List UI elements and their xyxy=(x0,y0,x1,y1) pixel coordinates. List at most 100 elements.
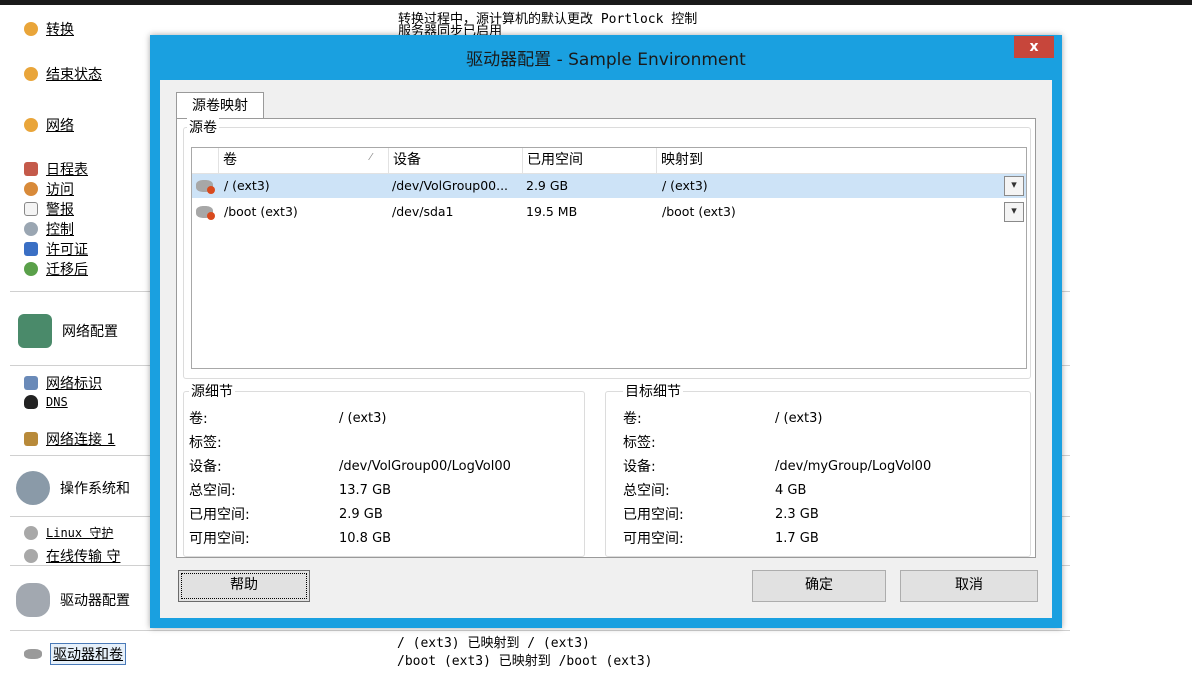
drive-gear-icon xyxy=(16,583,50,617)
field-label: 卷: xyxy=(189,411,208,427)
field-label: 总空间: xyxy=(189,483,236,499)
cell-mapped-to[interactable]: / (ext3) xyxy=(662,174,962,198)
field-value: /dev/myGroup/LogVol00 xyxy=(775,459,932,474)
field-label: 已用空间: xyxy=(623,507,684,523)
sidebar-item-network[interactable]: 网络 xyxy=(24,115,74,135)
sidebar-item-label: 驱动器和卷 xyxy=(50,643,126,665)
coin-icon xyxy=(24,22,38,36)
field-value: 2.3 GB xyxy=(775,507,819,522)
mapping-dropdown-button[interactable]: ▾ xyxy=(1004,202,1024,222)
tab-panel: 源卷 卷 ⁄ 设备 已用空间 映射到 / (ext3) /dev/VolGrou… xyxy=(176,117,1036,558)
sidebar-item-label: 访问 xyxy=(46,182,74,198)
sidebar-item-label: 迁移后 xyxy=(46,262,88,278)
field-label: 可用空间: xyxy=(189,531,250,547)
sidebar-item-linux-daemon[interactable]: Linux 守护 xyxy=(24,524,113,541)
network-id-icon xyxy=(24,376,38,390)
group-os[interactable]: 操作系统和 xyxy=(16,471,130,505)
field-label: 设备: xyxy=(189,459,222,475)
drive-icon xyxy=(196,180,215,194)
group-drive-config[interactable]: 驱动器配置 xyxy=(16,583,130,617)
sidebar-item-convert[interactable]: 转换 xyxy=(24,19,74,39)
sidebar-item-label: 在线传输 守 xyxy=(46,549,121,565)
sidebar-item-post-migration[interactable]: 迁移后 xyxy=(24,259,88,279)
sort-indicator-icon: ⁄ xyxy=(370,152,372,163)
group-label: 网络配置 xyxy=(62,324,118,340)
sidebar-item-network-id[interactable]: 网络标识 xyxy=(24,373,102,393)
tab-source-volume-mapping[interactable]: 源卷映射 xyxy=(176,92,264,119)
gear-icon xyxy=(24,549,38,563)
mapping-summary-line: / (ext3) 已映射到 / (ext3) xyxy=(397,636,590,651)
group-network-config[interactable]: 网络配置 xyxy=(18,314,118,348)
field-value: 4 GB xyxy=(775,483,807,498)
sidebar-item-label: 警报 xyxy=(46,202,74,218)
sidebar-item-drives-volumes[interactable]: 驱动器和卷 xyxy=(24,643,126,665)
sidebar-item-alerts[interactable]: 警报 xyxy=(24,199,74,219)
sidebar-item-control[interactable]: 控制 xyxy=(24,219,74,239)
control-icon xyxy=(24,222,38,236)
column-header-used-space[interactable]: 已用空间 xyxy=(522,148,656,173)
sidebar-item-label: DNS xyxy=(46,395,68,409)
mail-icon xyxy=(24,202,38,216)
cell-device: /dev/VolGroup00... xyxy=(392,178,509,193)
table-row[interactable]: / (ext3) /dev/VolGroup00... 2.9 GB / (ex… xyxy=(192,174,1026,198)
ok-button[interactable]: 确定 xyxy=(752,570,886,602)
cell-mapped-to[interactable]: /boot (ext3) xyxy=(662,200,962,224)
gear-icon xyxy=(24,525,38,540)
network-connection-icon xyxy=(24,432,38,446)
sidebar-item-label: 日程表 xyxy=(46,162,88,178)
field-value: 2.9 GB xyxy=(339,507,383,522)
field-value: 10.8 GB xyxy=(339,531,392,546)
field-value: / (ext3) xyxy=(339,411,387,426)
field-label: 标签: xyxy=(623,435,656,451)
column-header-volume[interactable]: 卷 xyxy=(218,148,388,173)
sidebar-item-label: 网络连接 1 xyxy=(46,432,116,448)
drive-configuration-dialog: 驱动器配置 - Sample Environment x 源卷映射 源卷 卷 ⁄… xyxy=(150,35,1062,628)
sidebar-item-label: 结束状态 xyxy=(46,67,102,83)
license-icon xyxy=(24,242,38,256)
sidebar-item-network-connection[interactable]: 网络连接 1 xyxy=(24,429,115,449)
calendar-icon xyxy=(24,162,38,176)
sidebar-item-license[interactable]: 许可证 xyxy=(24,239,88,259)
table-row[interactable]: /boot (ext3) /dev/sda1 19.5 MB /boot (ex… xyxy=(192,200,1026,224)
help-button[interactable]: 帮助 xyxy=(178,570,310,602)
drive-icon xyxy=(24,649,42,659)
penguin-icon xyxy=(16,471,50,505)
field-label: 可用空间: xyxy=(623,531,684,547)
group-label: 驱动器配置 xyxy=(60,593,130,609)
field-label: 总空间: xyxy=(623,483,670,499)
cell-volume: / (ext3) xyxy=(224,178,270,193)
cell-volume: /boot (ext3) xyxy=(224,204,298,219)
volume-list[interactable]: 卷 ⁄ 设备 已用空间 映射到 / (ext3) /dev/VolGroup00… xyxy=(191,147,1027,369)
source-details-label: 源细节 xyxy=(189,381,235,401)
dialog-title: 驱动器配置 - Sample Environment xyxy=(466,50,746,70)
field-label: 设备: xyxy=(623,459,656,475)
column-header-mapped-to[interactable]: 映射到 xyxy=(656,148,1026,173)
sidebar-item-live-transfer[interactable]: 在线传输 守 xyxy=(24,546,120,566)
sidebar-item-access[interactable]: 访问 xyxy=(24,179,74,199)
user-icon xyxy=(24,182,38,196)
cancel-button[interactable]: 取消 xyxy=(900,570,1038,602)
list-header: 卷 ⁄ 设备 已用空间 映射到 xyxy=(192,148,1026,174)
dialog-titlebar[interactable]: 驱动器配置 - Sample Environment x xyxy=(150,35,1062,78)
sidebar-item-label: 网络 xyxy=(46,118,74,134)
field-label: 已用空间: xyxy=(189,507,250,523)
field-label: 标签: xyxy=(189,435,222,451)
mapping-dropdown-button[interactable]: ▾ xyxy=(1004,176,1024,196)
sidebar-item-label: Linux 守护 xyxy=(46,526,114,540)
field-value: 1.7 GB xyxy=(775,531,819,546)
cell-device: /dev/sda1 xyxy=(392,204,454,219)
close-button[interactable]: x xyxy=(1014,36,1054,58)
coin-icon xyxy=(24,118,38,132)
field-value: /dev/VolGroup00/LogVol00 xyxy=(339,459,511,474)
column-header-device[interactable]: 设备 xyxy=(388,148,522,173)
sidebar-item-label: 控制 xyxy=(46,222,74,238)
penguin-icon xyxy=(24,395,38,409)
network-card-icon xyxy=(18,314,52,348)
sidebar-item-dns[interactable]: DNS xyxy=(24,395,68,409)
dialog-client-area: 源卷映射 源卷 卷 ⁄ 设备 已用空间 映射到 / (ext3) /dev/Vo… xyxy=(160,80,1052,618)
sidebar-item-schedule[interactable]: 日程表 xyxy=(24,159,88,179)
post-migration-icon xyxy=(24,262,38,276)
sidebar-item-end-state[interactable]: 结束状态 xyxy=(24,64,102,84)
mapping-summary-line: /boot (ext3) 已映射到 /boot (ext3) xyxy=(397,654,653,669)
divider xyxy=(10,630,1070,631)
